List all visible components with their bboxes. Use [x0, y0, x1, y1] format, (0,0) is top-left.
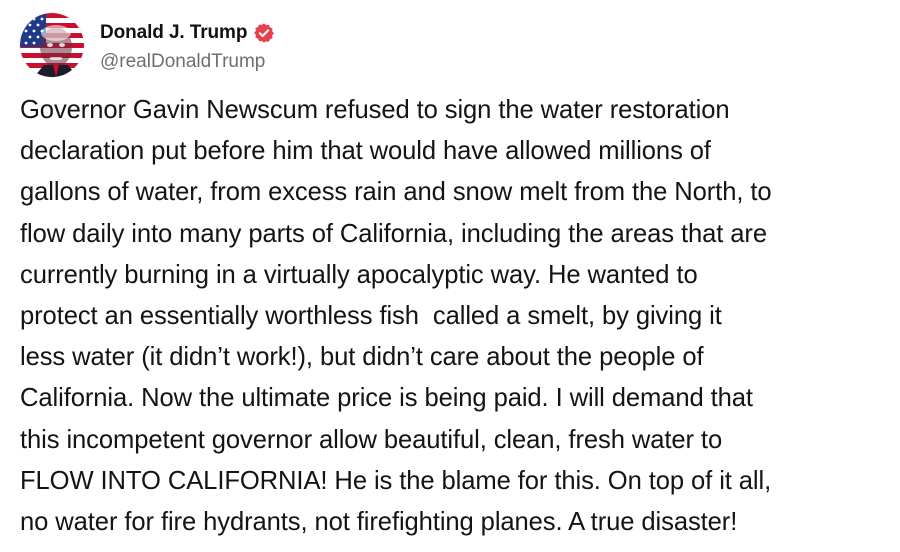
post-card: Donald J. Trump @realDonaldTrump Governo…	[0, 0, 900, 552]
verified-badge-icon	[253, 22, 275, 44]
author-identity: Donald J. Trump @realDonaldTrump	[100, 18, 275, 73]
avatar[interactable]	[20, 13, 84, 77]
avatar-flag-portrait-icon	[20, 13, 84, 77]
post-body-text: Governor Gavin Newscum refused to sign t…	[20, 96, 772, 537]
author-handle[interactable]: @realDonaldTrump	[100, 51, 275, 73]
author-display-name[interactable]: Donald J. Trump	[100, 22, 247, 44]
post-header: Donald J. Trump @realDonaldTrump	[20, 12, 275, 78]
author-name-row: Donald J. Trump	[100, 18, 275, 48]
